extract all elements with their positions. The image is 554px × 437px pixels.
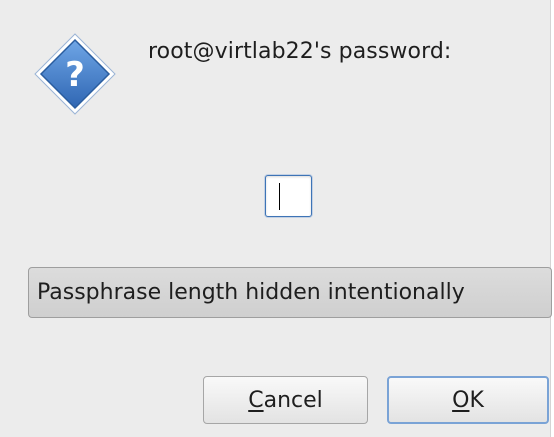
- cancel-mnemonic: C: [248, 387, 264, 413]
- ok-label-rest: K: [469, 387, 484, 413]
- cancel-label: Cancel: [248, 388, 323, 413]
- ok-label: OK: [452, 388, 484, 413]
- password-prompt: root@virtlab22's password:: [148, 39, 452, 64]
- password-dialog: ? root@virtlab22's password: Passphrase …: [0, 0, 552, 437]
- passphrase-info-text: Passphrase length hidden intentionally: [37, 280, 465, 305]
- password-input[interactable]: [265, 175, 312, 217]
- passphrase-info-label: Passphrase length hidden intentionally: [28, 267, 552, 318]
- ok-mnemonic: O: [452, 387, 470, 413]
- question-icon: ?: [34, 33, 116, 115]
- ok-button[interactable]: OK: [387, 376, 549, 424]
- text-caret: [279, 183, 280, 210]
- cancel-button[interactable]: Cancel: [203, 376, 368, 424]
- question-mark-glyph: ?: [65, 55, 85, 95]
- cancel-label-rest: ancel: [263, 387, 323, 413]
